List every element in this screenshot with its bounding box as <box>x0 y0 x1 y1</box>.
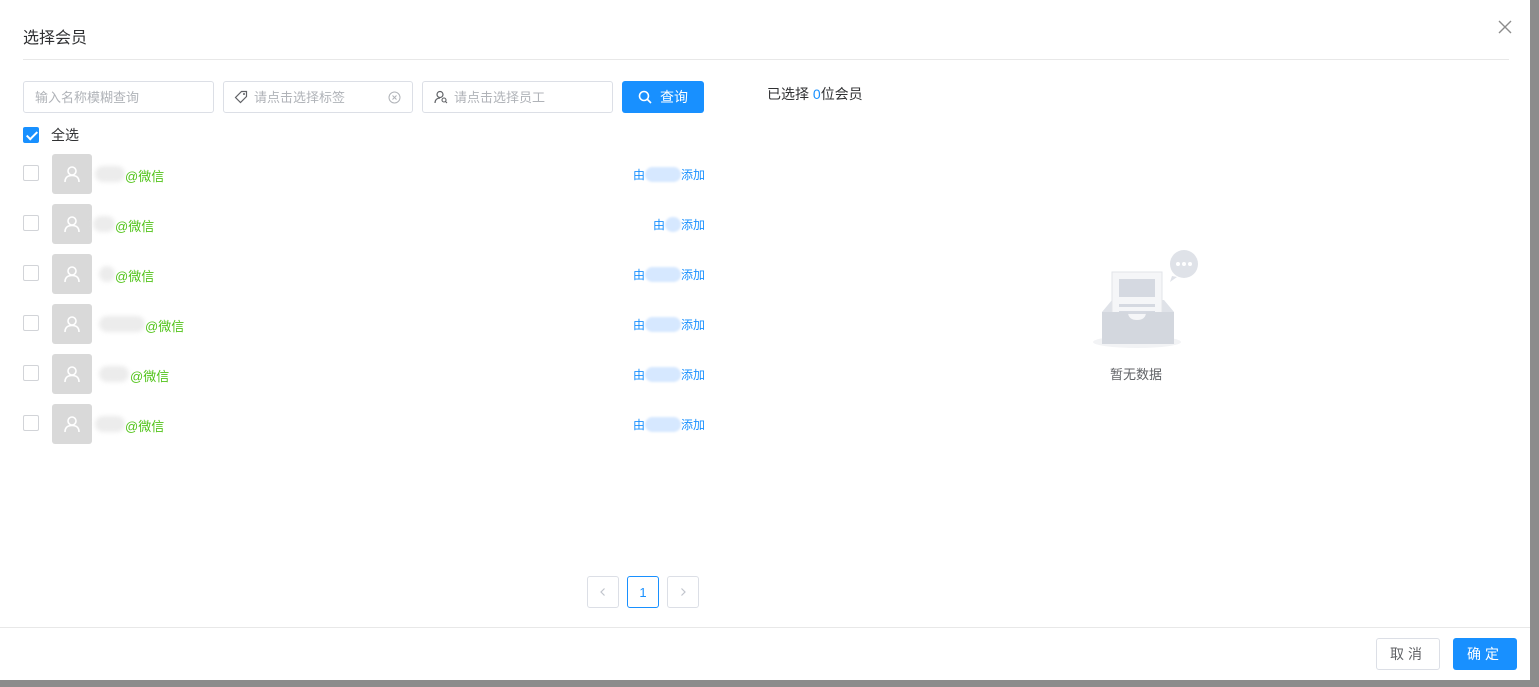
added-by: 由 添加 <box>633 166 705 183</box>
blurred-staff <box>644 317 681 332</box>
scrollbar[interactable] <box>1530 0 1539 687</box>
member-checkbox[interactable] <box>23 265 39 281</box>
added-prefix: 由 <box>632 268 645 282</box>
selected-suffix: 位会员 <box>820 86 863 102</box>
added-prefix: 由 <box>632 168 645 182</box>
member-checkbox[interactable] <box>23 365 39 381</box>
avatar <box>52 204 92 244</box>
name-search-input[interactable] <box>35 89 213 105</box>
blurred-name <box>93 216 115 232</box>
added-by: 由 添加 <box>633 316 705 333</box>
blurred-staff <box>644 417 681 432</box>
staff-select-field[interactable] <box>422 81 613 113</box>
empty-box-icon <box>1093 250 1198 348</box>
chevron-right-icon <box>681 588 686 596</box>
tag-select-field[interactable] <box>223 81 413 113</box>
member-checkbox[interactable] <box>23 415 39 431</box>
query-button-label: 查询 <box>660 89 688 105</box>
search-icon <box>638 90 652 104</box>
added-suffix: 添加 <box>680 368 705 382</box>
added-suffix: 添加 <box>680 168 705 182</box>
name-search-field[interactable] <box>23 81 214 113</box>
added-suffix: 添加 <box>680 218 705 232</box>
close-icon[interactable] <box>1497 19 1515 37</box>
footer-divider <box>0 627 1530 628</box>
user-icon <box>64 166 80 183</box>
empty-text: 暂无数据 <box>1110 367 1163 382</box>
user-icon <box>64 416 80 433</box>
avatar <box>52 304 92 344</box>
select-member-dialog: 选择会员 查询 已选择 0位会员 全选 @微信 由添加 @微信 由添加 <box>0 0 1530 680</box>
blurred-name <box>99 366 129 382</box>
next-page-button[interactable] <box>667 576 699 608</box>
added-prefix: 由 <box>652 218 665 232</box>
blurred-staff <box>644 267 681 282</box>
blurred-name <box>99 266 115 282</box>
select-all[interactable]: 全选 <box>23 125 79 145</box>
member-name: @微信 <box>125 419 165 434</box>
clear-circle-icon[interactable] <box>388 91 401 104</box>
user-icon <box>64 316 80 333</box>
member-name: @微信 <box>115 219 155 234</box>
user-search-icon <box>434 90 448 104</box>
blurred-staff <box>644 167 681 182</box>
avatar <box>52 354 92 394</box>
added-suffix: 添加 <box>680 318 705 332</box>
header-divider <box>23 59 1509 60</box>
member-checkbox[interactable] <box>23 215 39 231</box>
user-icon <box>64 266 80 283</box>
member-checkbox[interactable] <box>23 165 39 181</box>
avatar <box>52 254 92 294</box>
added-by: 由 添加 <box>633 366 705 383</box>
user-icon <box>64 216 80 233</box>
confirm-button[interactable]: 确定 <box>1453 638 1517 670</box>
avatar <box>52 404 92 444</box>
tag-icon <box>234 90 248 104</box>
staff-select-input[interactable] <box>454 89 612 105</box>
added-prefix: 由 <box>632 318 645 332</box>
user-icon <box>64 366 80 383</box>
selected-count: 已选择 0位会员 <box>767 84 863 104</box>
member-row[interactable]: @微信 由 添加 <box>23 154 705 194</box>
blurred-staff <box>664 217 681 232</box>
selected-prefix: 已选择 <box>767 86 813 102</box>
added-by: 由 添加 <box>653 216 705 233</box>
added-by: 由 添加 <box>633 416 705 433</box>
backdrop-edge <box>0 680 1539 687</box>
blurred-name <box>95 416 125 432</box>
select-all-label: 全选 <box>51 127 79 143</box>
select-all-checkbox[interactable] <box>23 127 39 143</box>
member-name: @微信 <box>130 369 170 384</box>
cancel-button[interactable]: 取消 <box>1376 638 1440 670</box>
prev-page-button[interactable] <box>587 576 619 608</box>
query-button[interactable]: 查询 <box>622 81 704 113</box>
selected-count-number: 0 <box>812 86 821 102</box>
member-row[interactable]: @微信 由 添加 <box>23 404 705 444</box>
blurred-staff <box>644 367 681 382</box>
avatar <box>52 154 92 194</box>
page-button-current[interactable]: 1 <box>627 576 659 608</box>
added-suffix: 添加 <box>680 418 705 432</box>
added-prefix: 由 <box>632 418 645 432</box>
added-suffix: 添加 <box>680 268 705 282</box>
member-row[interactable]: @微信 由 添加 <box>23 304 705 344</box>
blurred-name <box>99 316 145 332</box>
member-row[interactable]: @微信 由 添加 <box>23 254 705 294</box>
member-name: @微信 <box>115 269 155 284</box>
chevron-left-icon <box>600 588 605 596</box>
member-row[interactable]: @微信 由 添加 <box>23 354 705 394</box>
added-by: 由 添加 <box>633 266 705 283</box>
dialog-title: 选择会员 <box>23 30 88 47</box>
added-prefix: 由 <box>632 368 645 382</box>
member-name: @微信 <box>125 169 165 184</box>
member-checkbox[interactable] <box>23 315 39 331</box>
blurred-name <box>95 166 125 182</box>
member-row[interactable]: @微信 由 添加 <box>23 204 705 244</box>
member-name: @微信 <box>145 319 185 334</box>
